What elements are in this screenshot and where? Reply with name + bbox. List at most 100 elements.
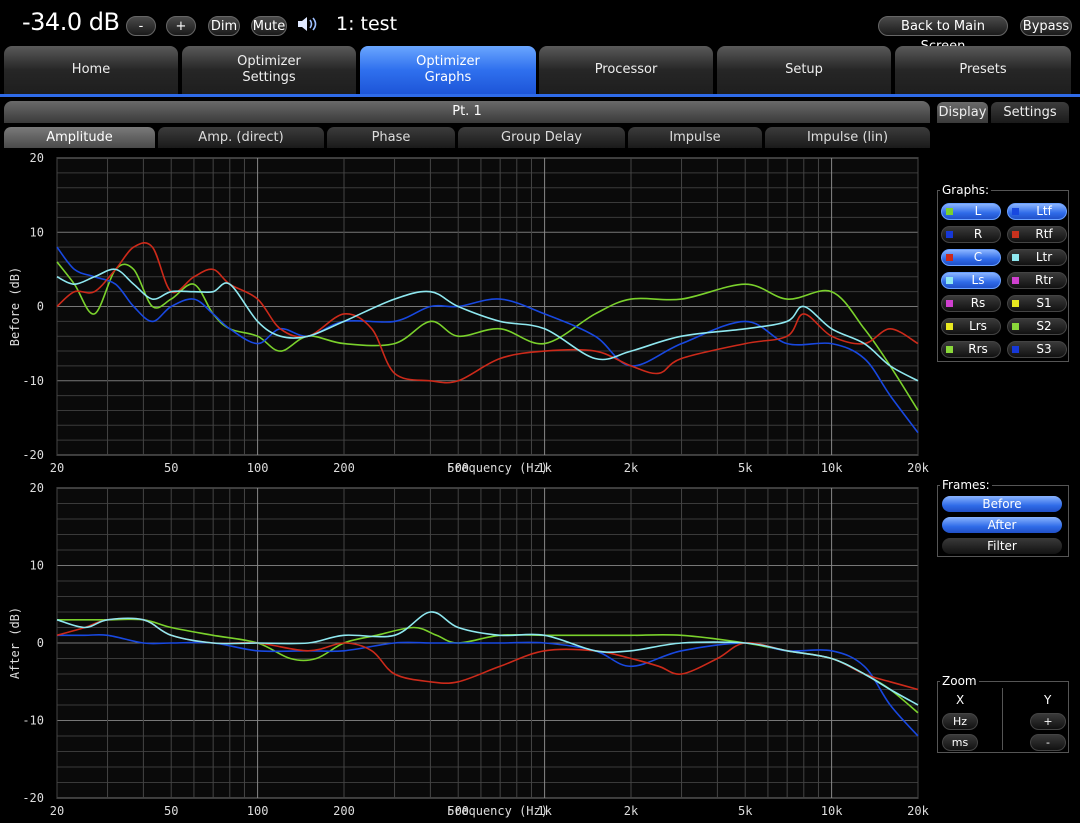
graphs-panel: Graphs: L Ltf R Rtf C Ltr Ls Rtr Rs S1 Lrs S2 Rrs S3 [937,183,1069,362]
x-tick-label: 200 [333,804,355,818]
graph-toggle-label: Rtf [1035,227,1053,241]
y-tick-label: 10 [30,225,44,239]
graph-toggle-label: Ltf [1036,204,1052,218]
tab-home[interactable]: Home [4,46,178,94]
tab-optimizer-settings[interactable]: Optimizer Settings [182,46,356,94]
y-axis-label: After (dB) [8,607,22,679]
zoom-panel: Zoom X Y Hz ms + - [937,674,1069,753]
y-tick-label: 20 [30,151,44,165]
frames-panel-title: Frames: [940,478,992,492]
subtab-group-delay[interactable]: Group Delay [458,127,625,148]
color-swatch [946,300,953,307]
graph-toggle-label: Ltr [1035,250,1053,264]
y-tick-label: 0 [37,300,44,314]
back-to-main-button[interactable]: Back to Main Screen [878,16,1008,54]
graph-toggle-ltr[interactable]: Ltr [1007,249,1067,266]
subtab-phase[interactable]: Phase [327,127,455,148]
preset-name: 1: test [336,13,398,35]
graph-toggle-label: Lrs [969,319,987,333]
graph-toggle-rtr[interactable]: Rtr [1007,272,1067,289]
tab-presets[interactable]: Presets [895,46,1071,94]
graph-toggle-l[interactable]: L [941,203,1001,220]
graph-toggle-label: Ls [971,273,985,287]
graph-toggle-label: C [973,250,983,264]
speaker-icon[interactable] [296,14,320,34]
x-tick-label: 10k [821,804,843,818]
zoom-x-label: X [956,693,965,707]
graph-toggle-label: R [973,227,983,241]
zoom-ms-button[interactable]: ms [942,734,978,751]
graph-toggle-label: Rrs [968,342,988,356]
tab-setup[interactable]: Setup [717,46,891,94]
y-tick-label: 20 [30,481,44,495]
graph-toggle-label: Rtr [1035,273,1053,287]
color-swatch [946,208,953,215]
frame-toggle-filter[interactable]: Filter [942,538,1062,554]
subtab-amplitude[interactable]: Amplitude [4,127,155,148]
subtab-impulse[interactable]: Impulse [628,127,762,148]
graph-toggle-label: S1 [1036,296,1052,310]
x-tick-label: 20k [907,461,929,475]
zoom-hz-button[interactable]: Hz [942,713,978,730]
x-tick-label: 2k [624,804,639,818]
y-tick-label: -20 [22,791,44,805]
tab-optimizer-graphs[interactable]: Optimizer Graphs [360,46,536,94]
y-tick-label: 10 [30,559,44,573]
volume-up-button[interactable]: + [166,16,196,36]
graph-toggle-r[interactable]: R [941,226,1001,243]
graph-toggle-label: Rs [970,296,986,310]
tab-divider [0,94,1080,97]
graph-toggle-s3[interactable]: S3 [1007,341,1067,358]
main-tab-bar: Home Optimizer Settings Optimizer Graphs… [4,46,1072,96]
color-swatch [946,254,953,261]
x-tick-label: 200 [333,461,355,475]
color-swatch [1012,231,1019,238]
color-swatch [1012,346,1019,353]
graph-toggle-rrs[interactable]: Rrs [941,341,1001,358]
subtab-impulse-lin[interactable]: Impulse (lin) [765,127,930,148]
graph-toggle-label: S2 [1036,319,1052,333]
x-tick-label: 20k [907,804,929,818]
frames-panel: Frames: Before After Filter [937,478,1069,557]
mute-button[interactable]: Mute [251,16,287,36]
frame-toggle-before[interactable]: Before [942,496,1062,512]
x-axis-label: Frequency (Hz) [447,804,548,818]
after-amplitude-chart: 20100-10-2020 50 100 200 500 1k 2k 5k 10k 20kFreq… [8,481,930,818]
x-tick-label: 50 [164,461,178,475]
side-tab-settings[interactable]: Settings [991,102,1069,123]
graph-toggle-rtf[interactable]: Rtf [1007,226,1067,243]
dim-button[interactable]: Dim [208,16,240,36]
y-tick-label: -10 [22,714,44,728]
volume-readout: -34.0 dB [22,8,120,36]
color-swatch [1012,208,1019,215]
x-tick-label: 5k [738,461,753,475]
graph-toggle-ltf[interactable]: Ltf [1007,203,1067,220]
x-tick-label: 20 [50,461,64,475]
graph-toggle-rs[interactable]: Rs [941,295,1001,312]
top-bar: -34.0 dB - + Dim Mute 1: test Back to Ma… [0,0,1080,54]
frame-toggle-after[interactable]: After [942,517,1062,533]
point-selector[interactable]: Pt. 1 [4,101,930,123]
x-tick-label: 5k [738,804,753,818]
y-axis-label: Before (dB) [8,267,22,346]
graph-toggle-c[interactable]: C [941,249,1001,266]
zoom-y-out-button[interactable]: - [1030,734,1066,751]
color-swatch [1012,323,1019,330]
color-swatch [1012,300,1019,307]
y-tick-label: -20 [22,448,44,462]
graph-toggle-ls[interactable]: Ls [941,272,1001,289]
zoom-y-in-button[interactable]: + [1030,713,1066,730]
graph-toggle-s2[interactable]: S2 [1007,318,1067,335]
volume-down-button[interactable]: - [126,16,156,36]
graph-toggle-lrs[interactable]: Lrs [941,318,1001,335]
subtab-amp-direct[interactable]: Amp. (direct) [158,127,324,148]
x-axis-label: Frequency (Hz) [447,461,548,475]
color-swatch [1012,277,1019,284]
x-tick-label: 50 [164,804,178,818]
bypass-button[interactable]: Bypass [1020,16,1072,36]
x-tick-label: 2k [624,461,639,475]
tab-processor[interactable]: Processor [539,46,713,94]
color-swatch [946,323,953,330]
side-tab-display[interactable]: Display [937,102,988,123]
graph-toggle-s1[interactable]: S1 [1007,295,1067,312]
